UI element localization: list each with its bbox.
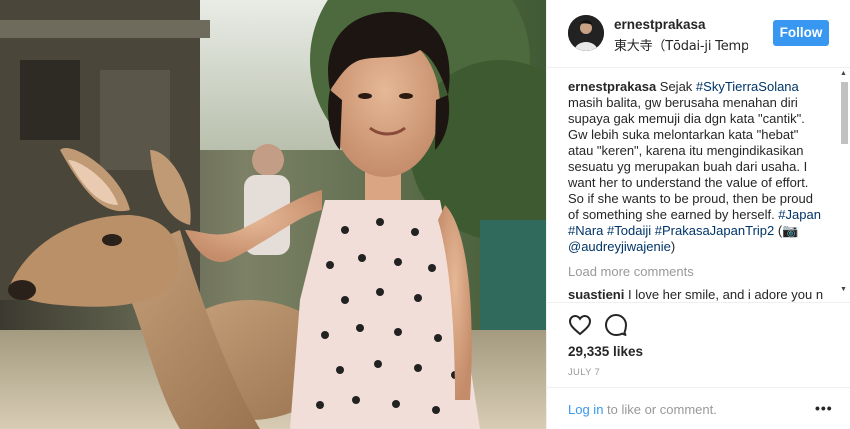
caption-text: ): [670, 239, 676, 254]
hashtag[interactable]: #PrakasaJapanTrip2: [655, 223, 774, 238]
post-photo[interactable]: [0, 0, 546, 429]
header-username[interactable]: ernestprakasa: [614, 17, 706, 32]
comments-scrollbar[interactable]: ▲ ▼: [839, 70, 849, 298]
login-rest: to like or comment.: [603, 402, 717, 417]
login-text: Log in to like or comment.: [568, 402, 717, 417]
load-more-comments[interactable]: Load more comments: [568, 264, 694, 279]
post-header: ernestprakasa 東大寺（Tōdai-ji Templ… Follow: [547, 0, 850, 68]
avatar[interactable]: [568, 15, 604, 51]
comment-text: I love her smile, and i adore you n: [624, 287, 824, 302]
hashtag[interactable]: #Japan: [778, 207, 821, 222]
photo-girl-with-deer: [0, 0, 546, 429]
likes-count[interactable]: 29,335 likes: [568, 344, 643, 359]
follow-button[interactable]: Follow: [773, 20, 829, 46]
caption-text: (📷: [774, 223, 799, 238]
hashtag[interactable]: #Todaiji: [607, 223, 651, 238]
comment-icon[interactable]: [604, 313, 628, 337]
post-side-panel: ernestprakasa 東大寺（Tōdai-ji Templ… Follow…: [546, 0, 850, 429]
instagram-post: ernestprakasa 東大寺（Tōdai-ji Templ… Follow…: [0, 0, 850, 429]
scroll-down-icon[interactable]: ▼: [840, 286, 847, 293]
hashtag[interactable]: #Nara: [568, 223, 603, 238]
post-date[interactable]: JULY 7: [568, 367, 600, 378]
hashtag[interactable]: #SkyTierraSolana: [696, 79, 799, 94]
post-caption: ernestprakasa Sejak #SkyTierraSolana mas…: [568, 79, 822, 255]
caption-text: masih balita, gw berusaha menahan diri s…: [568, 95, 814, 222]
comment-username[interactable]: suastieni: [568, 287, 624, 302]
login-prompt: Log in to like or comment. •••: [547, 387, 850, 429]
caption-username[interactable]: ernestprakasa: [568, 79, 656, 94]
scroll-thumb[interactable]: [841, 82, 848, 144]
avatar-image: [568, 15, 604, 51]
mention-link[interactable]: @audreyjiwajenie: [568, 239, 671, 254]
scroll-up-icon[interactable]: ▲: [840, 70, 847, 77]
heart-icon[interactable]: [568, 313, 592, 337]
header-location[interactable]: 東大寺（Tōdai-ji Templ…: [614, 35, 748, 54]
login-link[interactable]: Log in: [568, 402, 603, 417]
more-options-icon[interactable]: •••: [815, 400, 833, 416]
comment-item: suastieni I love her smile, and i adore …: [568, 287, 830, 302]
caption-text: Sejak: [656, 79, 696, 94]
